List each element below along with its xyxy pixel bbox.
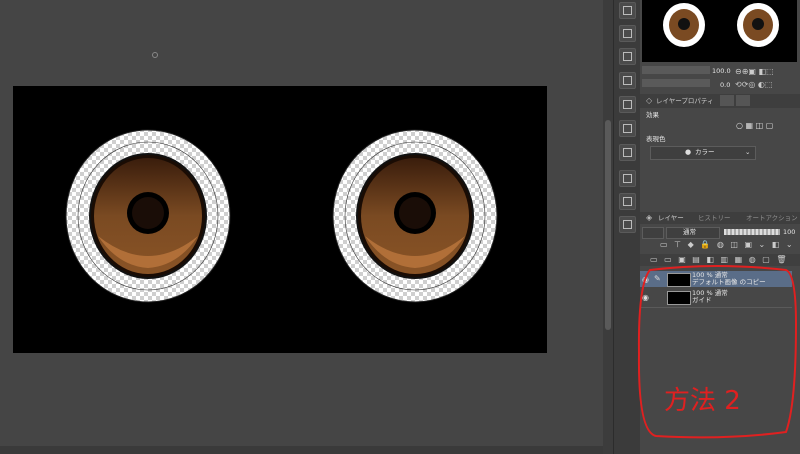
effect-icons[interactable]: ○ ▦ ◫ ▢ bbox=[736, 121, 773, 130]
material-icon[interactable] bbox=[619, 25, 636, 42]
palette-icon[interactable] bbox=[619, 2, 636, 19]
layer-action-icons[interactable]: ▭ ▭ ▣ ▤ ◧ ▥ ▦ ◍ ▢ 🗑 bbox=[650, 255, 789, 264]
image-icon[interactable] bbox=[619, 96, 636, 113]
tab-history[interactable]: ヒストリー bbox=[698, 212, 731, 224]
canvas-vertical-scrollbar[interactable] bbox=[603, 0, 613, 454]
tab-auto-action[interactable]: オートアクション bbox=[746, 212, 798, 224]
document-canvas[interactable] bbox=[13, 86, 547, 353]
color-wheel-icon: ● bbox=[685, 148, 692, 156]
tab-extra-1[interactable] bbox=[720, 95, 734, 106]
document-icon[interactable] bbox=[619, 170, 636, 187]
layer-property-tab-icon: ◇ bbox=[646, 96, 653, 105]
close-icon[interactable] bbox=[619, 48, 636, 65]
rotate-value: 0.0 bbox=[720, 81, 731, 89]
canvas-horizontal-scrollbar[interactable] bbox=[0, 446, 603, 454]
blend-mode-value: 通常 bbox=[683, 228, 696, 236]
layer-color-select[interactable] bbox=[642, 227, 664, 239]
layers-icon[interactable] bbox=[619, 120, 636, 137]
zoom-slider[interactable] bbox=[642, 66, 710, 74]
opacity-slider[interactable] bbox=[724, 229, 780, 235]
grid-icon[interactable] bbox=[619, 72, 636, 89]
tab-extra-2[interactable] bbox=[736, 95, 750, 106]
scrollbar-thumb[interactable] bbox=[605, 120, 611, 330]
zoom-controls-icons[interactable]: ⊖⊕▣ ◧⬚ bbox=[735, 67, 774, 76]
effect-label: 効果 bbox=[646, 111, 659, 119]
red-annotation-circle bbox=[637, 265, 798, 439]
opacity-value: 100 bbox=[783, 228, 796, 236]
left-eye bbox=[65, 129, 231, 303]
tab-layer[interactable]: レイヤー bbox=[658, 212, 684, 224]
rotate-controls-icons[interactable]: ⟲⟳◎ ◐⬚ bbox=[735, 80, 772, 89]
layers-tab-icon: ◈ bbox=[646, 213, 653, 222]
zoom-value: 100.0 bbox=[712, 67, 731, 75]
annotation-text: 方法 2 bbox=[664, 386, 741, 416]
right-eye bbox=[332, 129, 498, 303]
settings-icon[interactable] bbox=[619, 216, 636, 233]
layer-tools-icons[interactable]: ▭ ⊤ ◆ 🔒 ◍ ◫ ▣ ⌄ ◧ ⌄ bbox=[660, 240, 795, 249]
chevron-down-icon: ⌄ bbox=[745, 148, 751, 156]
canvas-cursor-dot bbox=[152, 52, 158, 58]
folder-icon[interactable] bbox=[619, 144, 636, 161]
expression-color-value: カラー bbox=[695, 148, 715, 156]
blend-mode-select[interactable]: 通常 bbox=[666, 227, 720, 239]
camera-icon[interactable] bbox=[619, 193, 636, 210]
expression-color-label: 表現色 bbox=[646, 135, 666, 143]
expression-color-select[interactable]: ● カラー ⌄ bbox=[650, 146, 756, 160]
navigator-thumbnail bbox=[663, 3, 779, 47]
tab-layer-property[interactable]: レイヤープロパティ bbox=[656, 95, 714, 107]
eyes-artwork bbox=[65, 129, 498, 303]
rotate-slider[interactable] bbox=[642, 79, 710, 87]
navigator-preview[interactable] bbox=[642, 0, 797, 62]
